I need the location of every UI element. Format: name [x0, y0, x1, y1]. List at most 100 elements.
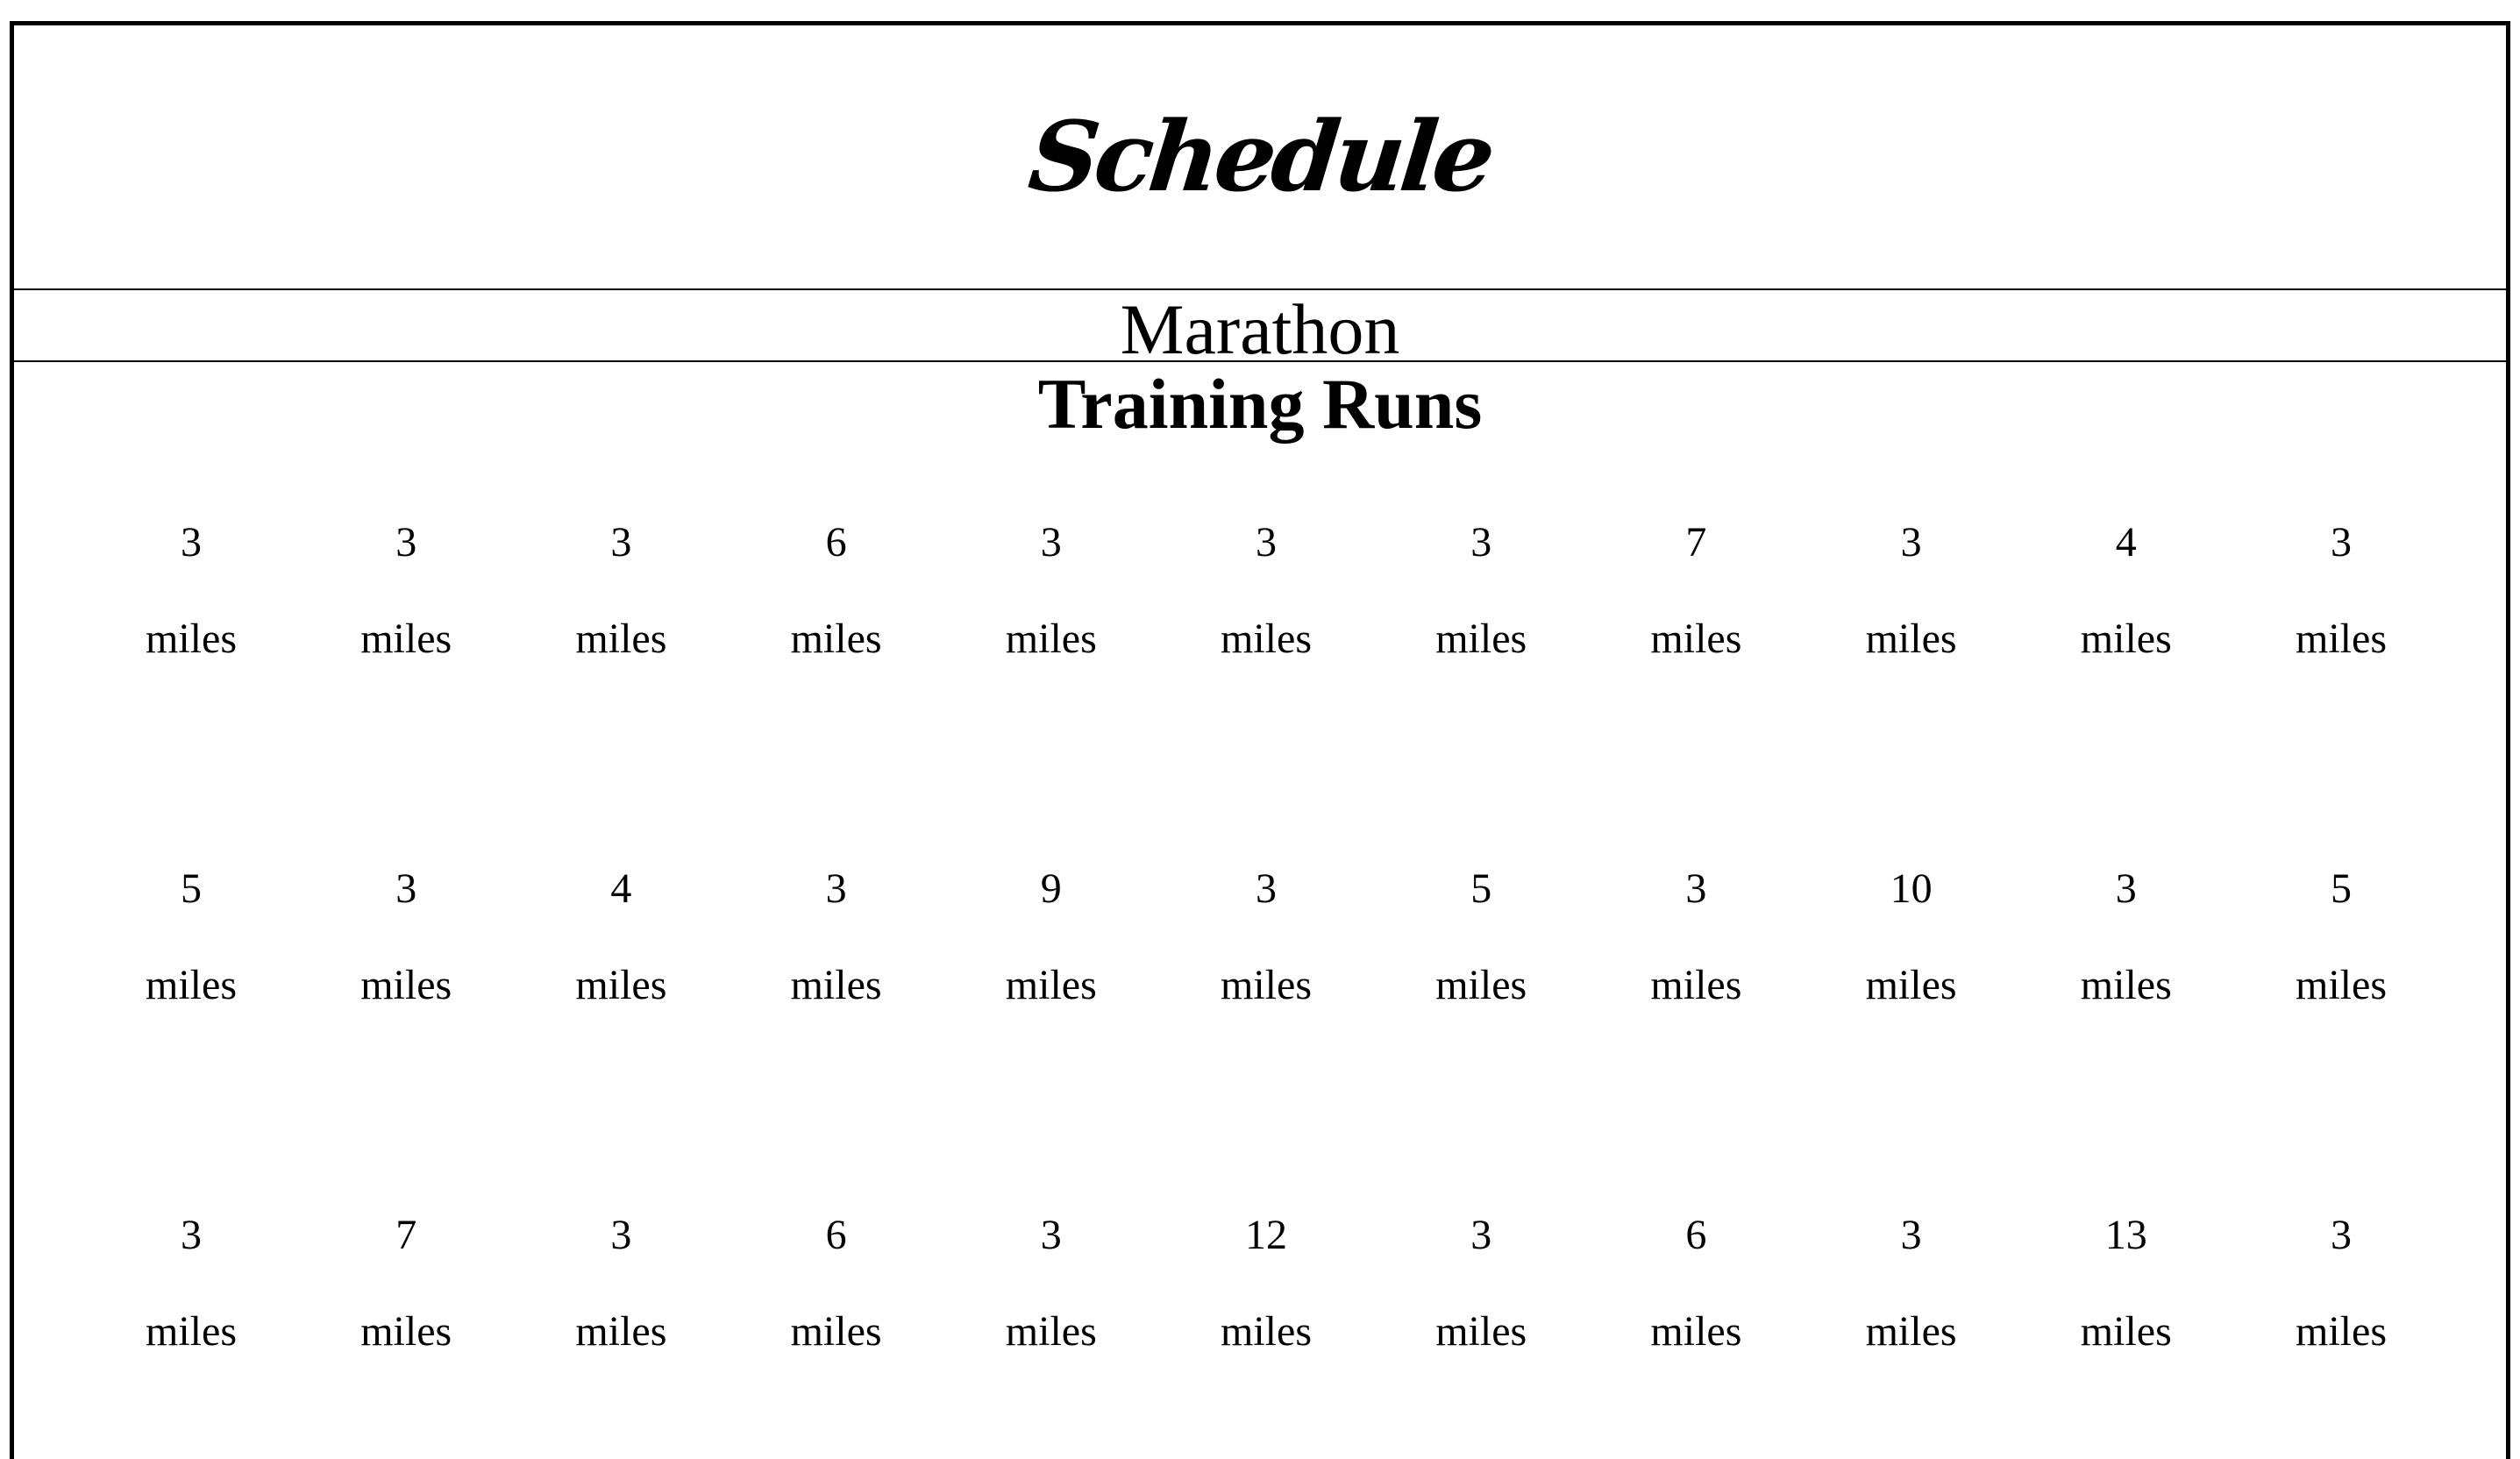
run-distance: 6: [825, 1212, 847, 1258]
run-unit: miles: [2296, 616, 2387, 662]
run-unit: miles: [575, 1308, 667, 1355]
run-distance: 3: [1685, 865, 1707, 912]
run-cell: 4 miles: [542, 863, 700, 1021]
run-cell: 6 miles: [758, 1209, 915, 1367]
run-unit: miles: [360, 1308, 452, 1355]
run-unit: miles: [1435, 616, 1527, 662]
run-unit: miles: [146, 616, 237, 662]
run-unit: miles: [1435, 1308, 1527, 1355]
run-distance: 4: [610, 865, 632, 912]
run-unit: miles: [360, 962, 452, 1008]
run-unit: miles: [2296, 962, 2387, 1008]
run-unit: miles: [1865, 616, 1957, 662]
run-unit: miles: [1435, 962, 1527, 1008]
run-cell: 7 miles: [327, 1209, 485, 1367]
run-cell: 3 miles: [1833, 516, 1990, 674]
run-unit: miles: [575, 616, 667, 662]
run-cell: 4 miles: [2047, 516, 2205, 674]
run-distance: 13: [2104, 1212, 2147, 1258]
run-cell: 3 miles: [2047, 863, 2205, 1021]
run-cell: 3 miles: [1187, 516, 1345, 674]
run-cell: 10 miles: [1833, 863, 1990, 1021]
subtitle-row: Marathon: [14, 290, 2506, 369]
run-cell: 5 miles: [1402, 863, 1560, 1021]
run-unit: miles: [1650, 1308, 1742, 1355]
run-distance: 3: [825, 865, 847, 912]
run-distance: 3: [1256, 865, 1277, 912]
run-unit: miles: [1005, 962, 1097, 1008]
run-distance: 7: [395, 1212, 417, 1258]
run-cell: 12 miles: [1187, 1209, 1345, 1367]
run-distance: 3: [2331, 519, 2352, 566]
run-unit: miles: [1650, 962, 1742, 1008]
run-cell: 6 miles: [758, 516, 915, 674]
run-cell: 3 miles: [1402, 1209, 1560, 1367]
run-distance: 3: [1470, 1212, 1492, 1258]
run-distance: 6: [1685, 1212, 1707, 1258]
run-unit: miles: [2296, 1308, 2387, 1355]
run-cell: 3 miles: [2262, 1209, 2420, 1367]
run-cell: 3 miles: [327, 863, 485, 1021]
run-cell: 7 miles: [1617, 516, 1775, 674]
run-distance: 9: [1040, 865, 1062, 912]
run-row: 3 miles 3 miles 3 miles 6 miles 3 miles 3 miles 3 mil…: [14, 516, 2506, 674]
run-distance: 3: [1900, 519, 1922, 566]
run-distance: 3: [610, 1212, 632, 1258]
run-unit: miles: [1865, 962, 1957, 1008]
run-distance: 12: [1245, 1212, 1287, 1258]
run-unit: miles: [575, 962, 667, 1008]
run-distance: 3: [181, 1212, 202, 1258]
run-cell: 6 miles: [1617, 1209, 1775, 1367]
run-unit: miles: [1005, 616, 1097, 662]
page-subtitle: Marathon: [1120, 289, 1400, 369]
run-unit: miles: [1650, 616, 1742, 662]
run-cell: 5 miles: [112, 863, 270, 1021]
run-unit: miles: [1005, 1308, 1097, 1355]
run-cell: 3 miles: [112, 516, 270, 674]
run-distance: 3: [1470, 519, 1492, 566]
run-unit: miles: [1865, 1308, 1957, 1355]
run-distance: 7: [1685, 519, 1707, 566]
run-unit: miles: [2080, 1308, 2172, 1355]
run-unit: miles: [1221, 962, 1312, 1008]
run-cell: 3 miles: [1617, 863, 1775, 1021]
run-distance: 3: [1900, 1212, 1922, 1258]
run-cell: 13 miles: [2047, 1209, 2205, 1367]
run-distance: 5: [2331, 865, 2352, 912]
run-distance: 5: [181, 865, 202, 912]
run-unit: miles: [1221, 1308, 1312, 1355]
run-distance: 3: [2331, 1212, 2352, 1258]
run-cell: 3 miles: [112, 1209, 270, 1367]
run-cell: 3 miles: [542, 1209, 700, 1367]
run-unit: miles: [146, 962, 237, 1008]
run-distance: 3: [1040, 1212, 1062, 1258]
title-row: Schedule: [14, 25, 2506, 290]
run-cell: 3 miles: [2262, 516, 2420, 674]
run-unit: miles: [790, 1308, 882, 1355]
run-cell: 5 miles: [2262, 863, 2420, 1021]
run-unit: miles: [2080, 616, 2172, 662]
run-cell: 3 miles: [972, 516, 1130, 674]
run-cell: 3 miles: [972, 1209, 1130, 1367]
run-distance: 6: [825, 519, 847, 566]
run-cell: 3 miles: [1402, 516, 1560, 674]
run-unit: miles: [360, 616, 452, 662]
run-distance: 3: [610, 519, 632, 566]
page-title: Schedule: [1023, 100, 1497, 213]
run-cell: 3 miles: [758, 863, 915, 1021]
run-unit: miles: [1221, 616, 1312, 662]
schedule-sheet: Schedule Marathon Training Runs 3 miles 3 m…: [10, 21, 2510, 1459]
run-cell: 9 miles: [972, 863, 1130, 1021]
run-distance: 3: [1256, 519, 1277, 566]
run-cell: 3 miles: [542, 516, 700, 674]
run-row: 5 miles 3 miles 4 miles 3 miles 9 miles 3 miles 5 mil…: [14, 863, 2506, 1021]
run-distance: 5: [1470, 865, 1492, 912]
run-unit: miles: [2080, 962, 2172, 1008]
run-unit: miles: [790, 962, 882, 1008]
run-distance: 3: [2115, 865, 2137, 912]
run-distance: 4: [2115, 519, 2137, 566]
run-unit: miles: [790, 616, 882, 662]
run-cell: 3 miles: [327, 516, 485, 674]
run-cell: 3 miles: [1187, 863, 1345, 1021]
run-row: 3 miles 7 miles 3 miles 6 miles 3 miles 12 miles 3 mi…: [14, 1209, 2506, 1367]
